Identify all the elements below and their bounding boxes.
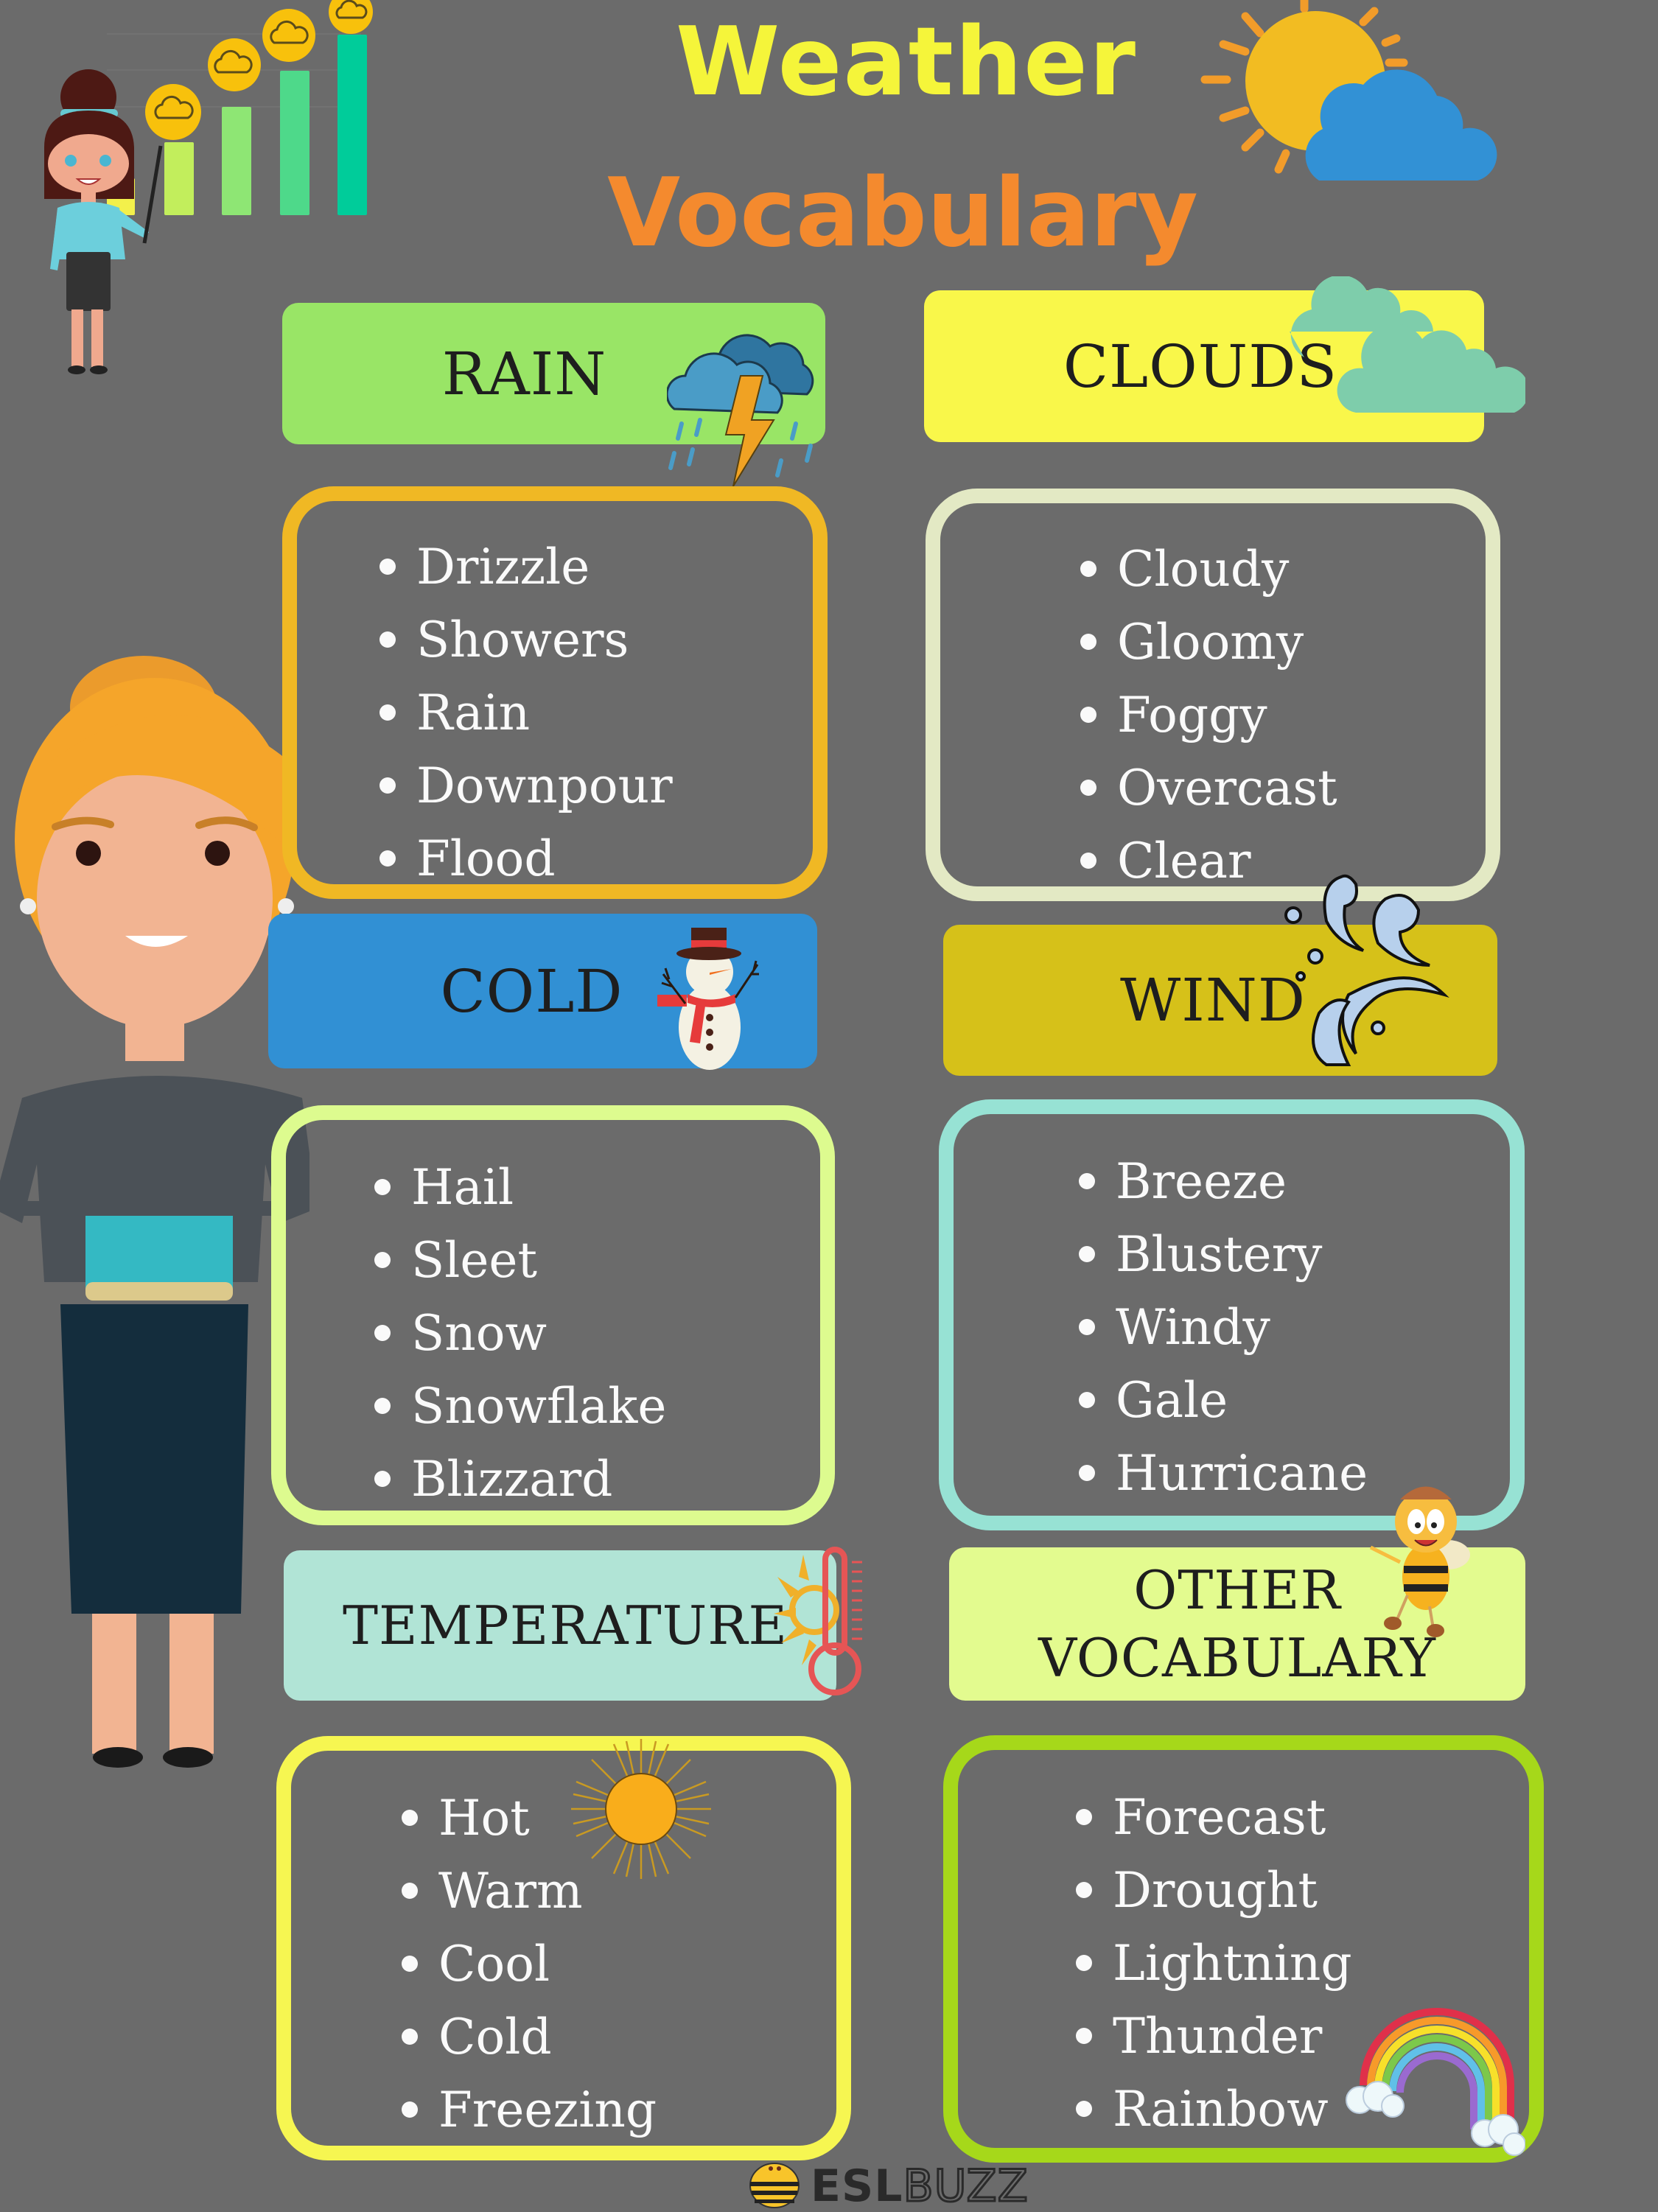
list-item: Lightning bbox=[1076, 1927, 1529, 2000]
chart-bar bbox=[222, 107, 251, 215]
cloud-coin-icon bbox=[329, 0, 373, 34]
bullet-icon bbox=[402, 1956, 418, 1972]
rain-cloud-icon bbox=[145, 84, 201, 140]
chart-bar bbox=[164, 142, 194, 215]
storm-cloud-lightning-icon bbox=[665, 317, 836, 487]
clouds-word-list: Cloudy Gloomy Foggy Overcast Clear bbox=[926, 489, 1500, 901]
list-item: Snow bbox=[374, 1297, 820, 1370]
chart-bar bbox=[337, 35, 367, 215]
list-item: Drizzle bbox=[379, 531, 813, 603]
bullet-icon bbox=[1080, 780, 1096, 796]
bullet-icon bbox=[1076, 1955, 1092, 1971]
bullet-icon bbox=[379, 704, 396, 721]
list-item: Gale bbox=[1079, 1364, 1510, 1437]
eslbuzz-bee-logo-icon bbox=[749, 2163, 800, 2208]
temperature-heading: TEMPERATURE bbox=[284, 1550, 836, 1701]
bullet-icon bbox=[379, 559, 396, 575]
bullet-icon bbox=[1080, 853, 1096, 869]
cold-word-list: Hail Sleet Snow Snowflake Blizzard bbox=[271, 1105, 835, 1525]
list-item: Downpour bbox=[379, 749, 813, 822]
bullet-icon bbox=[1079, 1246, 1095, 1262]
bullet-icon bbox=[1076, 1809, 1092, 1825]
bullet-icon bbox=[374, 1179, 391, 1195]
bullet-icon bbox=[402, 2101, 418, 2118]
bullet-icon bbox=[374, 1252, 391, 1268]
temperature-word-list: Hot Warm Cool Cold Freezing bbox=[276, 1736, 851, 2160]
bullet-icon bbox=[379, 631, 396, 648]
rain-word-list: Drizzle Showers Rain Downpour Flood bbox=[282, 486, 828, 899]
list-item: Blizzard bbox=[374, 1443, 820, 1516]
teacher-holding-book-illustration bbox=[0, 648, 317, 1864]
bullet-icon bbox=[1080, 634, 1096, 650]
list-item: Hail bbox=[374, 1151, 820, 1224]
list-item: Foggy bbox=[1080, 679, 1486, 752]
bullet-icon bbox=[1076, 2028, 1092, 2044]
list-item: Cloudy bbox=[1080, 533, 1486, 606]
title-line-1: Weather bbox=[675, 7, 1138, 117]
bullet-icon bbox=[374, 1471, 391, 1487]
cold-heading-label: COLD bbox=[440, 956, 623, 1026]
bullet-icon bbox=[402, 1810, 418, 1826]
cloud-icon bbox=[1290, 275, 1529, 416]
list-item: Overcast bbox=[1080, 752, 1486, 825]
bee-mascot-icon bbox=[1356, 1463, 1489, 1639]
list-item: Blustery bbox=[1079, 1218, 1510, 1291]
rainbow-icon bbox=[1319, 1997, 1526, 2159]
list-item: Snowflake bbox=[374, 1370, 820, 1443]
sun-icon bbox=[567, 1735, 715, 1883]
thermometer-sun-icon bbox=[774, 1544, 892, 1706]
logo-outline-text: BUZZ bbox=[902, 2160, 1029, 2212]
bullet-icon bbox=[374, 1325, 391, 1341]
other-heading-line1: OTHER bbox=[1133, 1559, 1341, 1621]
list-item: Rain bbox=[379, 676, 813, 749]
storm-icon bbox=[262, 9, 315, 62]
bullet-icon bbox=[1080, 707, 1096, 723]
bullet-icon bbox=[1079, 1392, 1095, 1408]
bullet-icon bbox=[374, 1398, 391, 1414]
bullet-icon bbox=[1076, 1882, 1092, 1898]
list-item: Freezing bbox=[402, 2073, 836, 2146]
bullet-icon bbox=[1080, 561, 1096, 577]
temperature-heading-label: TEMPERATURE bbox=[343, 1595, 788, 1656]
bullet-icon bbox=[1079, 1319, 1095, 1335]
list-item: Showers bbox=[379, 603, 813, 676]
list-item: Cool bbox=[402, 1928, 836, 2001]
list-item: Flood bbox=[379, 822, 813, 895]
bullet-icon bbox=[379, 777, 396, 794]
list-item: Sleet bbox=[374, 1224, 820, 1297]
partly-sunny-icon bbox=[208, 38, 261, 91]
snowman-icon bbox=[640, 917, 780, 1071]
list-item: Gloomy bbox=[1080, 606, 1486, 679]
bullet-icon bbox=[402, 1883, 418, 1899]
bullet-icon bbox=[1079, 1173, 1095, 1189]
bullet-icon bbox=[1076, 2101, 1092, 2117]
list-item: Drought bbox=[1076, 1854, 1529, 1927]
list-item: Windy bbox=[1079, 1291, 1510, 1364]
wind-gust-icon bbox=[1275, 862, 1489, 1076]
bullet-icon bbox=[1079, 1465, 1095, 1481]
rain-heading-label: RAIN bbox=[441, 339, 607, 408]
sun-behind-cloud-icon bbox=[1194, 0, 1503, 192]
list-item: Cold bbox=[402, 2001, 836, 2073]
bullet-icon bbox=[402, 2029, 418, 2045]
title-line-2: Vocabulary bbox=[607, 158, 1198, 268]
chart-bar bbox=[280, 71, 309, 215]
eslbuzz-logo: ESLBUZZ bbox=[811, 2160, 1029, 2212]
logo-bold-text: ESL bbox=[811, 2160, 903, 2212]
list-item: Forecast bbox=[1076, 1781, 1529, 1854]
bullet-icon bbox=[379, 850, 396, 867]
list-item: Breeze bbox=[1079, 1145, 1510, 1218]
